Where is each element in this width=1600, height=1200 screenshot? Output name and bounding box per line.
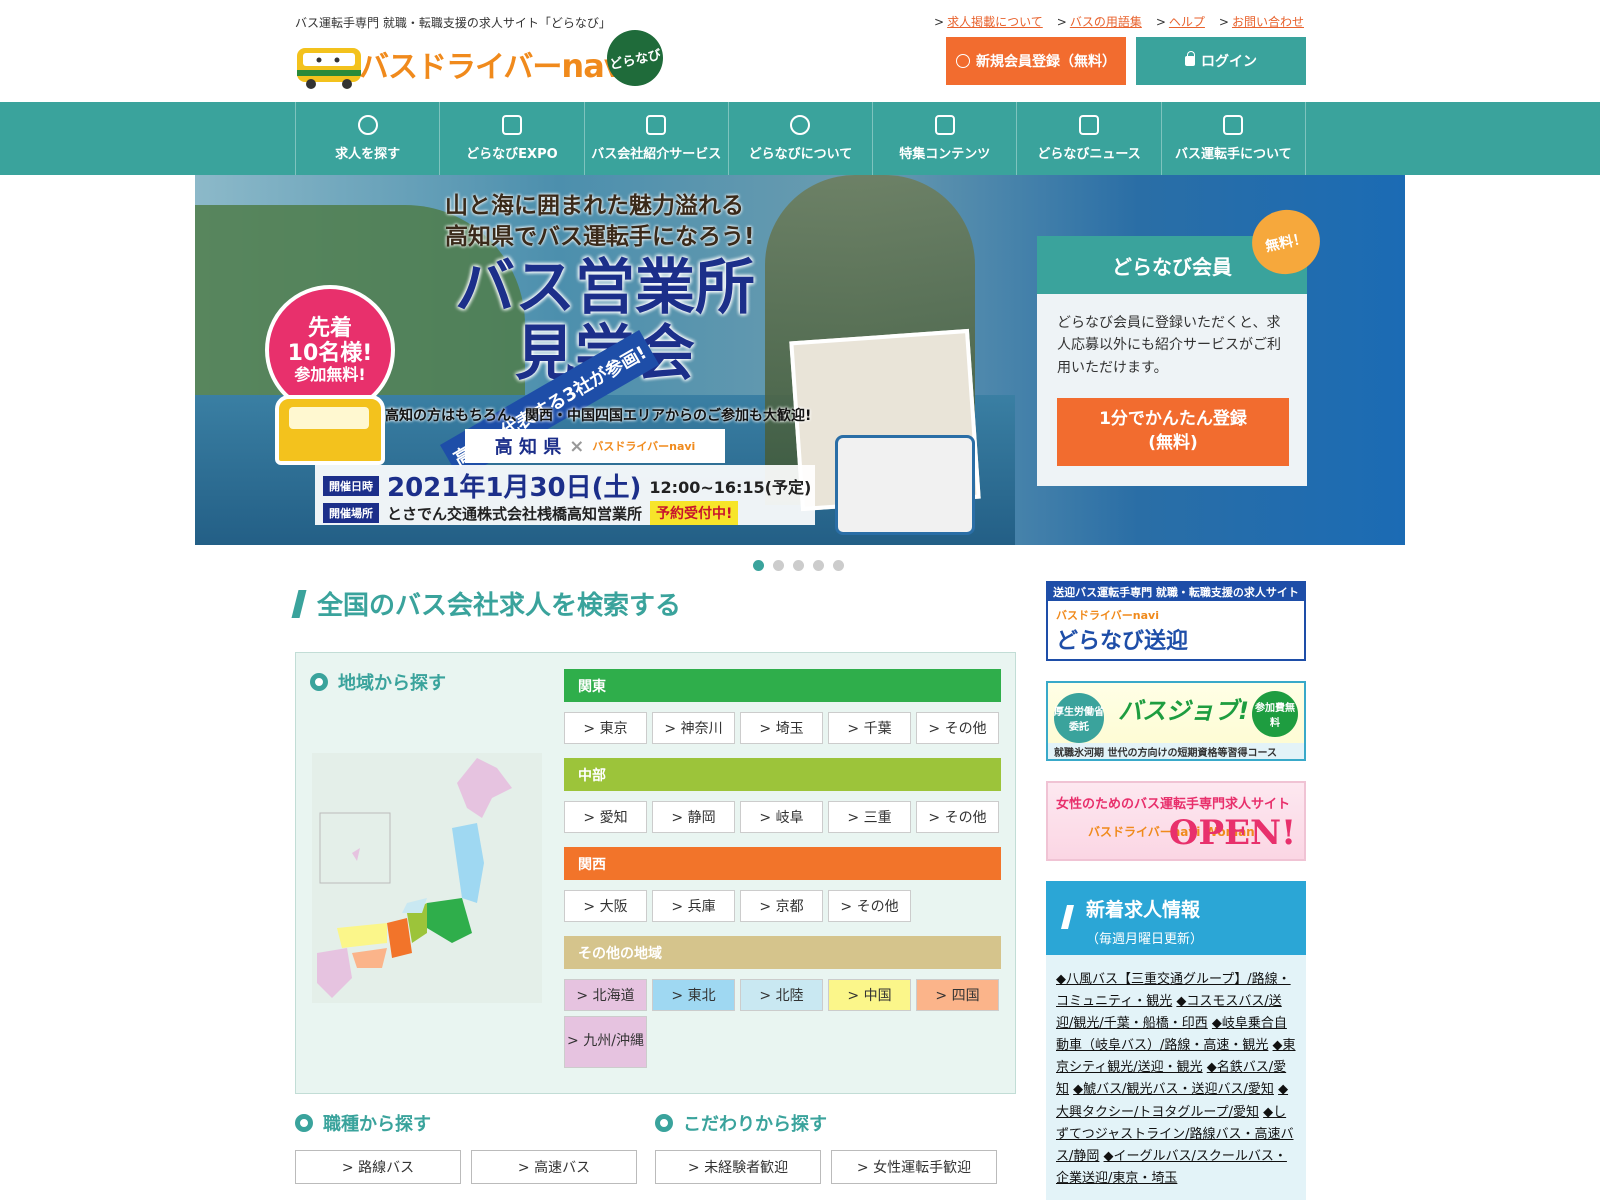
preference-buttons: > 未経験者歓迎 > 女性運転手歓迎	[655, 1150, 997, 1184]
region-kanto: 関東	[564, 669, 1001, 702]
region-btn-osaka[interactable]: > 大阪	[564, 890, 647, 922]
region-btn-hyogo[interactable]: > 兵庫	[652, 890, 735, 922]
busjob-banner[interactable]: 厚生労働省委託 バスジョブ! 参加費無料 就職氷河期 世代の方向けの短期資格等習…	[1046, 681, 1306, 761]
ring-icon	[310, 673, 328, 691]
site-logo[interactable]: バスドライバーnavi どらなび	[295, 24, 675, 92]
link-contact[interactable]: お問い合わせ	[1219, 13, 1304, 30]
nav-expo[interactable]: どらなびEXPO	[440, 102, 585, 175]
region-btn-shizuoka[interactable]: > 静岡	[652, 801, 735, 833]
board-icon	[501, 115, 522, 135]
login-button[interactable]: ログイン	[1136, 37, 1306, 85]
carousel-dot[interactable]	[773, 560, 784, 571]
nav-company-service[interactable]: バス会社紹介サービス	[585, 102, 729, 175]
hero-schedule: 開催日時 2021年1月30日(土) 12:00~16:15(予定) 開催場所 …	[315, 465, 815, 525]
new-jobs-panel: 新着求人情報 （毎週月曜日更新） ◆八風バス【三重交通グループ】/路線・コミュニ…	[1046, 881, 1306, 1200]
hero-catchcopy: 山と海に囲まれた魅力溢れる 高知県でバス運転手になろう!	[445, 193, 755, 251]
utility-links: 求人掲載について バスの用語集 ヘルプ お問い合わせ	[934, 13, 1304, 30]
japan-map[interactable]	[312, 753, 542, 1003]
calendar-icon	[934, 115, 955, 135]
woman-navi-banner[interactable]: 女性のためのバス運転手専門求人サイト バスドライバーnavi Woman OPE…	[1046, 781, 1306, 861]
person-icon	[357, 115, 378, 135]
route-bus-button[interactable]: > 路線バス	[295, 1150, 461, 1184]
region-btn-chugoku[interactable]: > 中国	[828, 979, 911, 1011]
news-subtitle: （毎週月曜日更新）	[1086, 932, 1204, 947]
logo-text: バスドライバーnavi	[359, 47, 635, 85]
member-panel: どらなび会員 どらなび会員に登録いただくと、求人応募以外にも紹介サービスがご利用…	[1037, 236, 1307, 486]
carousel-dot[interactable]	[833, 560, 844, 571]
title-slash-icon	[291, 589, 307, 618]
global-nav: 求人を探す どらなびEXPO バス会社紹介サービス どらなびについて 特集コンテ…	[0, 102, 1600, 175]
region-btn-gifu[interactable]: > 岐阜	[740, 801, 823, 833]
nav-news[interactable]: どらなびニュース	[1017, 102, 1162, 175]
region-list: 関東 > 東京 > 神奈川 > 埼玉 > 千葉 > その他 中部 > 愛知 > …	[564, 669, 1001, 1082]
news-list: ◆八風バス【三重交通グループ】/路線・コミュニティ・観光 ◆コスモスバス/送迎/…	[1046, 955, 1306, 1200]
link-listing[interactable]: 求人掲載について	[934, 13, 1043, 30]
hero-subcopy: 高知の方はもちろん、関西・中国四国エリアからのご参加も大歓迎!	[385, 408, 812, 424]
carousel-dots	[753, 560, 844, 571]
region-btn-kyoto[interactable]: > 京都	[740, 890, 823, 922]
nav-bus-driver[interactable]: バス運転手について	[1162, 102, 1306, 175]
female-driver-button[interactable]: > 女性運転手歓迎	[831, 1150, 997, 1184]
job-type-buttons: > 路線バス > 高速バス	[295, 1150, 637, 1184]
title-slash-icon	[1061, 905, 1074, 929]
region-btn-tohoku[interactable]: > 東北	[652, 979, 735, 1011]
news-item[interactable]: ◆鯱バス/観光バス・送迎バス/愛知	[1073, 1082, 1274, 1097]
register-button[interactable]: 新規会員登録（無料）	[946, 37, 1126, 85]
job-type-title: 職種から探す	[295, 1110, 431, 1136]
book-icon	[1079, 115, 1100, 135]
carousel-dot[interactable]	[813, 560, 824, 571]
bus-photo	[835, 435, 975, 535]
news-title: 新着求人情報	[1086, 899, 1201, 921]
ring-icon	[655, 1114, 673, 1132]
region-btn-kyushu[interactable]: > 九州/沖縄	[564, 1016, 647, 1068]
steering-wheel-icon	[790, 115, 811, 135]
area-search-title: 地域から探す	[310, 669, 446, 695]
bus-icon	[1223, 115, 1244, 135]
nav-features[interactable]: 特集コンテンツ	[873, 102, 1018, 175]
ring-icon	[295, 1114, 313, 1132]
region-btn-kanagawa[interactable]: > 神奈川	[652, 712, 735, 744]
beginner-welcome-button[interactable]: > 未経験者歓迎	[655, 1150, 821, 1184]
region-btn-hokuriku[interactable]: > 北陸	[740, 979, 823, 1011]
preference-title: こだわりから探す	[655, 1110, 827, 1136]
region-others: その他の地域	[564, 936, 1001, 969]
nav-job-search[interactable]: 求人を探す	[296, 102, 441, 175]
carousel-dot[interactable]	[793, 560, 804, 571]
region-chubu: 中部	[564, 758, 1001, 791]
sogei-banner[interactable]: 送迎バス運転手専門 就職・転職支援の求人サイト バスドライバーnavi どらなび…	[1046, 581, 1306, 661]
region-btn-shikoku[interactable]: > 四国	[916, 979, 999, 1011]
region-btn-kansai-other[interactable]: > その他	[828, 890, 911, 922]
check-circle-icon	[956, 54, 970, 68]
region-kansai: 関西	[564, 847, 1001, 880]
region-btn-tokyo[interactable]: > 東京	[564, 712, 647, 744]
bus-mascot-icon	[297, 48, 361, 89]
region-btn-saitama[interactable]: > 埼玉	[740, 712, 823, 744]
region-btn-kanto-other[interactable]: > その他	[916, 712, 999, 744]
quick-register-button[interactable]: 1分でかんたん登録 (無料)	[1057, 398, 1289, 466]
hero-prefecture: 高 知 県 × バスドライバーnavi	[465, 429, 725, 463]
region-btn-chiba[interactable]: > 千葉	[828, 712, 911, 744]
nav-about[interactable]: どらなびについて	[729, 102, 874, 175]
region-btn-hokkaido[interactable]: > 北海道	[564, 979, 647, 1011]
express-bus-button[interactable]: > 高速バス	[471, 1150, 637, 1184]
region-btn-aichi[interactable]: > 愛知	[564, 801, 647, 833]
search-section-title: 全国のバス会社求人を検索する	[291, 585, 681, 622]
handshake-icon	[646, 115, 667, 135]
bus-mascot-image	[275, 395, 385, 465]
link-help[interactable]: ヘルプ	[1156, 13, 1205, 30]
region-btn-mie[interactable]: > 三重	[828, 801, 911, 833]
region-btn-chubu-other[interactable]: > その他	[916, 801, 999, 833]
link-glossary[interactable]: バスの用語集	[1057, 13, 1142, 30]
carousel-dot[interactable]	[753, 560, 764, 571]
lock-icon	[1185, 51, 1195, 66]
member-description: どらなび会員に登録いただくと、求人応募以外にも紹介サービスがご利用いただけます。	[1057, 315, 1281, 376]
area-search-box: 地域から探す 関東 > 東京 > 神奈川 > 埼玉 > 千葉 > その他 中部 …	[295, 652, 1016, 1094]
site-tagline: バス運転手専門 就職・転職支援の求人サイト「どらなび」	[295, 16, 611, 30]
